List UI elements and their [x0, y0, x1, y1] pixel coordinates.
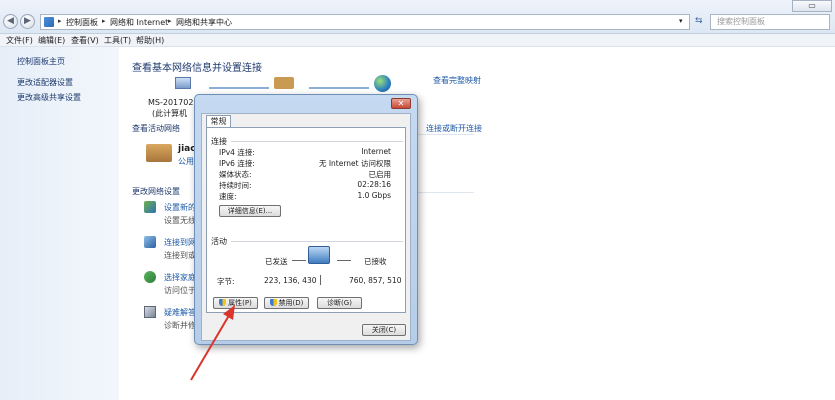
bytes-sent-value: 223, 136, 430: [264, 276, 317, 285]
public-network-bench-icon: [146, 144, 172, 162]
forward-button[interactable]: ▶: [20, 14, 35, 29]
sent-line: [292, 260, 306, 261]
task-connect-link[interactable]: 连接到网: [164, 237, 196, 248]
sent-label: 已发送: [265, 257, 288, 266]
received-label: 已接收: [364, 257, 387, 266]
chevron-down-icon[interactable]: ▾: [679, 17, 683, 25]
globe-icon: [374, 75, 391, 92]
active-networks-header: 查看活动网络: [132, 124, 180, 133]
page-title: 查看基本网络信息并设置连接: [132, 63, 262, 74]
breadcrumb-network-sharing-center[interactable]: 网络和共享中心: [176, 17, 232, 28]
task-homegroup-desc: 访问位于: [164, 286, 196, 295]
view-full-map-link[interactable]: 查看完整映射: [433, 75, 481, 86]
menu-help[interactable]: 帮助(H): [136, 35, 164, 46]
connect-network-icon: [144, 236, 156, 248]
computer-subtitle: (此计算机: [152, 109, 188, 118]
connect-disconnect-link[interactable]: 连接或断开连接: [426, 123, 482, 134]
change-settings-header: 更改网络设置: [132, 187, 180, 196]
group-divider: [231, 241, 403, 242]
menu-bar: 文件(F) 编辑(E) 查看(V) 工具(T) 帮助(H): [0, 34, 835, 47]
speed-value: 1.0 Gbps: [357, 191, 391, 200]
control-panel-icon: [44, 17, 54, 27]
activity-group-label: 活动: [211, 237, 227, 246]
menu-tools[interactable]: 工具(T): [104, 35, 131, 46]
diagnose-button[interactable]: 诊断(G): [317, 297, 362, 309]
computer-name: MS-2017021: [148, 98, 199, 107]
change-advanced-sharing-link[interactable]: 更改高级共享设置: [17, 92, 81, 103]
connection-line: [209, 87, 269, 89]
shield-icon: [269, 299, 277, 306]
window-minimize-button[interactable]: ▭: [792, 0, 832, 12]
homegroup-icon: [144, 271, 156, 283]
task-setup-new-desc: 设置无线: [164, 216, 196, 225]
close-button[interactable]: 关闭(C): [362, 324, 406, 336]
chevron-right-icon: ▸: [168, 17, 172, 25]
arrow-head: [223, 305, 235, 320]
network-type-link[interactable]: 公用: [178, 156, 194, 167]
back-button[interactable]: ◀: [3, 14, 18, 29]
menu-file[interactable]: 文件(F): [6, 35, 33, 46]
ipv6-value: 无 Internet 访问权限: [318, 159, 391, 168]
computer-icon: [175, 77, 191, 89]
left-nav-pane: 控制面板主页 更改适配器设置 更改高级共享设置: [0, 47, 119, 400]
media-state-value: 已启用: [368, 170, 392, 179]
search-input[interactable]: 搜索控制面板: [710, 14, 830, 30]
bytes-divider: [320, 275, 321, 285]
connection-line: [309, 87, 369, 89]
bytes-label: 字节:: [217, 277, 235, 286]
bench-icon: [274, 77, 294, 89]
group-divider: [231, 141, 403, 142]
annotation-arrow: [190, 305, 235, 381]
chevron-right-icon: ▸: [102, 17, 106, 25]
task-setup-new-link[interactable]: 设置新的: [164, 202, 196, 213]
task-connect-desc: 连接到或: [164, 251, 196, 260]
duration-value: 02:28:16: [357, 180, 391, 189]
menu-edit[interactable]: 编辑(E): [38, 35, 65, 46]
ipv4-value: Internet: [361, 147, 391, 156]
control-panel-home-link[interactable]: 控制面板主页: [17, 56, 65, 67]
general-tab-panel: 连接 IPv4 连接: Internet IPv6 连接: 无 Internet…: [206, 127, 406, 313]
breadcrumb-network-internet[interactable]: 网络和 Internet: [110, 17, 168, 28]
details-button[interactable]: 详细信息(E)...: [219, 205, 281, 217]
arrow-shaft: [190, 311, 232, 381]
disable-button-label: 禁用(D): [278, 299, 304, 307]
ipv4-label: IPv4 连接:: [219, 148, 255, 157]
address-box[interactable]: ▸ 控制面板 ▸ 网络和 Internet ▸ 网络和共享中心 ▾: [40, 14, 690, 30]
search-placeholder: 搜索控制面板: [717, 17, 765, 26]
media-state-label: 媒体状态:: [219, 170, 252, 179]
breadcrumb-control-panel[interactable]: 控制面板: [66, 17, 98, 28]
task-homegroup-link[interactable]: 选择家庭: [164, 272, 196, 283]
network-computers-icon: [308, 246, 330, 264]
speed-label: 速度:: [219, 192, 237, 201]
chevron-right-icon: ▸: [58, 17, 62, 25]
change-adapter-settings-link[interactable]: 更改适配器设置: [17, 77, 73, 88]
bytes-received-value: 760, 857, 510: [349, 276, 402, 285]
dialog-close-x-button[interactable]: ✕: [391, 98, 411, 109]
troubleshoot-icon: [144, 306, 156, 318]
disable-button[interactable]: 禁用(D): [264, 297, 309, 309]
ipv6-label: IPv6 连接:: [219, 159, 255, 168]
address-bar-area: ◀ ▶ ▸ 控制面板 ▸ 网络和 Internet ▸ 网络和共享中心 ▾ ⇆ …: [0, 0, 835, 34]
connection-group-label: 连接: [211, 137, 227, 146]
menu-view[interactable]: 查看(V): [71, 35, 99, 46]
duration-label: 持续时间:: [219, 181, 252, 190]
received-line: [337, 260, 351, 261]
new-connection-icon: [144, 201, 156, 213]
refresh-icon[interactable]: ⇆: [695, 16, 703, 26]
